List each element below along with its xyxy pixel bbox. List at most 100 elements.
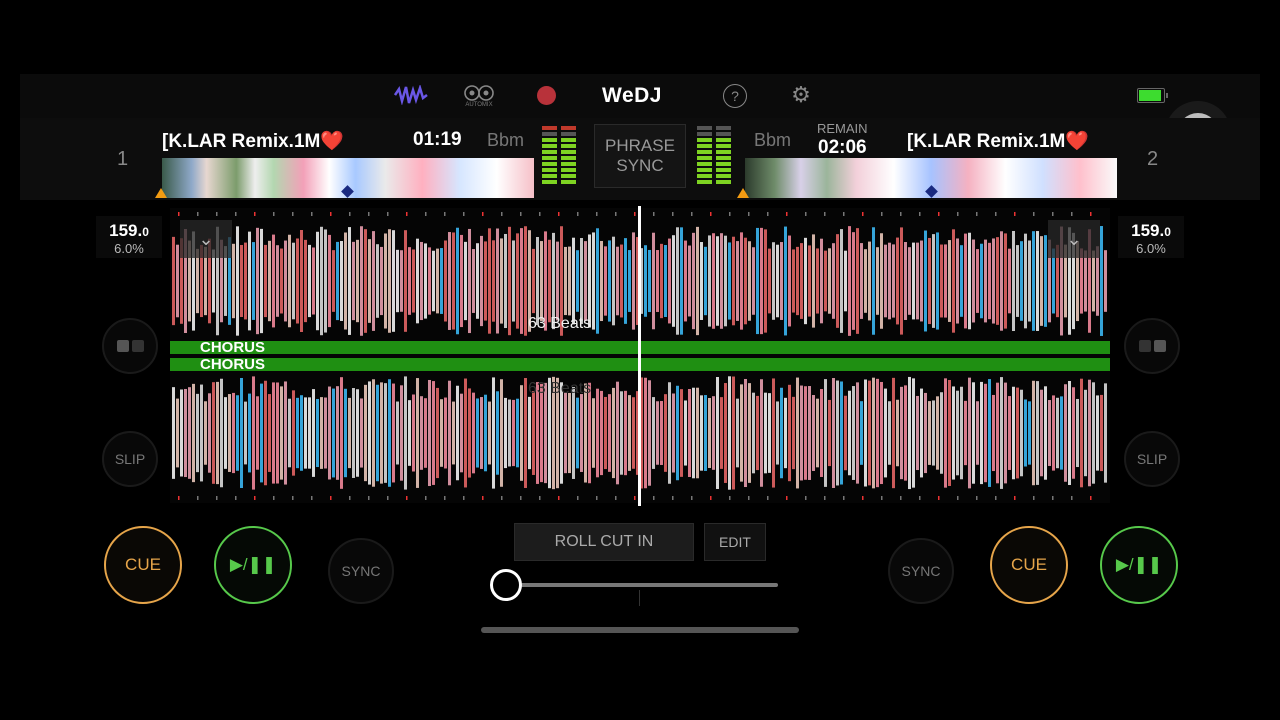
waveform-bar xyxy=(192,383,195,483)
waveform-bar xyxy=(1056,397,1059,469)
waveform-bar xyxy=(308,397,311,469)
beat-tick xyxy=(900,212,902,216)
waveform-bar xyxy=(432,250,435,312)
waveform-bar xyxy=(908,376,911,490)
waveform-bar xyxy=(804,386,807,480)
beat-tick xyxy=(501,212,503,216)
waveform-bar xyxy=(840,229,843,333)
deck2-sync-button[interactable]: SYNC xyxy=(888,538,954,604)
waveform-bar xyxy=(404,376,407,490)
waveform-bar xyxy=(416,378,419,488)
roll-cut-in-button[interactable]: ROLL CUT IN xyxy=(514,523,694,561)
deck1-play-pause-button[interactable]: ▶/❚❚ xyxy=(214,526,292,604)
waveform-bar xyxy=(1024,399,1027,467)
battery-icon xyxy=(1137,88,1168,103)
waveform-bar xyxy=(844,395,847,471)
beat-tick xyxy=(843,212,845,216)
waveform-bar xyxy=(308,244,311,318)
beat-tick xyxy=(520,496,522,500)
waveform-bar xyxy=(592,398,595,468)
waveform-bar xyxy=(292,390,295,476)
waveform-bar xyxy=(680,227,683,335)
waveform-bar xyxy=(372,231,375,331)
help-icon[interactable]: ? xyxy=(723,84,747,108)
waveform-bar xyxy=(956,390,959,476)
deck2-bpm-box[interactable]: 159.0 6.0% xyxy=(1118,216,1184,258)
waveform-bar xyxy=(888,401,891,465)
beat-tick xyxy=(216,212,218,216)
waveform-bar xyxy=(708,235,711,327)
deck1-waveform-zoom-button[interactable]: ⌄ xyxy=(180,220,232,258)
waveform-bar xyxy=(744,378,747,488)
waveform-bar xyxy=(684,400,687,466)
deck1-time: 01:19 xyxy=(413,129,462,150)
deck2-track-title[interactable]: [K.LAR Remix.1M❤️ xyxy=(907,129,1089,153)
waveform-bar xyxy=(300,395,303,471)
waveform-bar xyxy=(784,397,787,469)
waveform-bar xyxy=(912,378,915,488)
waveform-bar xyxy=(692,232,695,330)
beats-counter-top: 63 Beats xyxy=(528,315,592,332)
waveform-bar xyxy=(528,396,531,470)
waveform-bar xyxy=(684,240,687,322)
deck1-key: Bbm xyxy=(487,130,525,150)
beat-tick xyxy=(311,496,313,500)
home-indicator xyxy=(481,627,799,633)
deck1-fx-toggle[interactable] xyxy=(102,318,158,374)
waveform-bar xyxy=(992,238,995,324)
deck1-bpm-box[interactable]: 159.0 6.0% xyxy=(96,216,162,258)
crossfader-knob[interactable] xyxy=(490,569,522,601)
waveform-bar xyxy=(808,386,811,480)
waveform-bar xyxy=(760,379,763,487)
deck2-slip-button[interactable]: SLIP xyxy=(1124,431,1180,487)
edit-button[interactable]: EDIT xyxy=(704,523,766,561)
deck1-sync-button[interactable]: SYNC xyxy=(328,538,394,604)
beat-tick xyxy=(938,496,940,500)
beats-counter-bottom: 63 Beats xyxy=(528,380,592,397)
waveform-bar xyxy=(264,380,267,486)
waveform-bar xyxy=(700,395,703,471)
waveform-bar xyxy=(1044,235,1047,327)
waveform-bar xyxy=(340,377,343,489)
waveform-icon[interactable] xyxy=(394,84,428,106)
waveform-bar xyxy=(968,232,971,330)
waveform-bar xyxy=(352,388,355,478)
beat-tick xyxy=(1033,496,1035,500)
deck2-play-pause-button[interactable]: ▶/❚❚ xyxy=(1100,526,1178,604)
deck2-cue-button[interactable]: CUE xyxy=(990,526,1068,604)
waveform-bar xyxy=(780,242,783,320)
deck2-waveform-zoom-button[interactable]: ⌄ xyxy=(1048,220,1100,258)
waveform-bar xyxy=(584,241,587,321)
waveform-bar xyxy=(276,382,279,484)
beat-tick xyxy=(1071,212,1073,216)
beat-tick xyxy=(805,212,807,216)
waveform-bar xyxy=(964,400,967,466)
deck1-bpm-decimal: 0 xyxy=(142,225,149,239)
waveform-bar xyxy=(960,386,963,480)
waveform-bar xyxy=(936,396,939,470)
waveform-bar xyxy=(360,226,363,336)
waveform-bar xyxy=(296,238,299,324)
waveform-bar xyxy=(576,250,579,312)
waveform-bar xyxy=(236,395,239,471)
waveform-bar xyxy=(660,401,663,465)
deck1-cue-button[interactable]: CUE xyxy=(104,526,182,604)
waveform-bar xyxy=(920,388,923,478)
beat-tick xyxy=(786,212,788,216)
waveform-bar xyxy=(884,388,887,478)
deck2-fx-toggle[interactable] xyxy=(1124,318,1180,374)
phrase-sync-button[interactable]: PHRASE SYNC xyxy=(594,124,686,188)
crossfader-track[interactable] xyxy=(506,583,778,587)
fx-pads-icon xyxy=(1138,340,1166,352)
deck1-slip-button[interactable]: SLIP xyxy=(102,431,158,487)
waveform-bar xyxy=(1012,230,1015,332)
gear-icon[interactable]: ⚙ xyxy=(790,82,812,107)
waveform-bar xyxy=(1004,233,1007,329)
waveform-bar xyxy=(788,235,791,327)
record-icon[interactable] xyxy=(537,86,556,105)
waveform-bar xyxy=(420,396,423,470)
waveform-bar xyxy=(800,243,803,319)
waveform-bar xyxy=(1080,378,1083,488)
automix-icon[interactable]: AUTOMIX xyxy=(458,80,500,112)
deck1-track-title[interactable]: [K.LAR Remix.1M❤️ xyxy=(162,129,344,153)
